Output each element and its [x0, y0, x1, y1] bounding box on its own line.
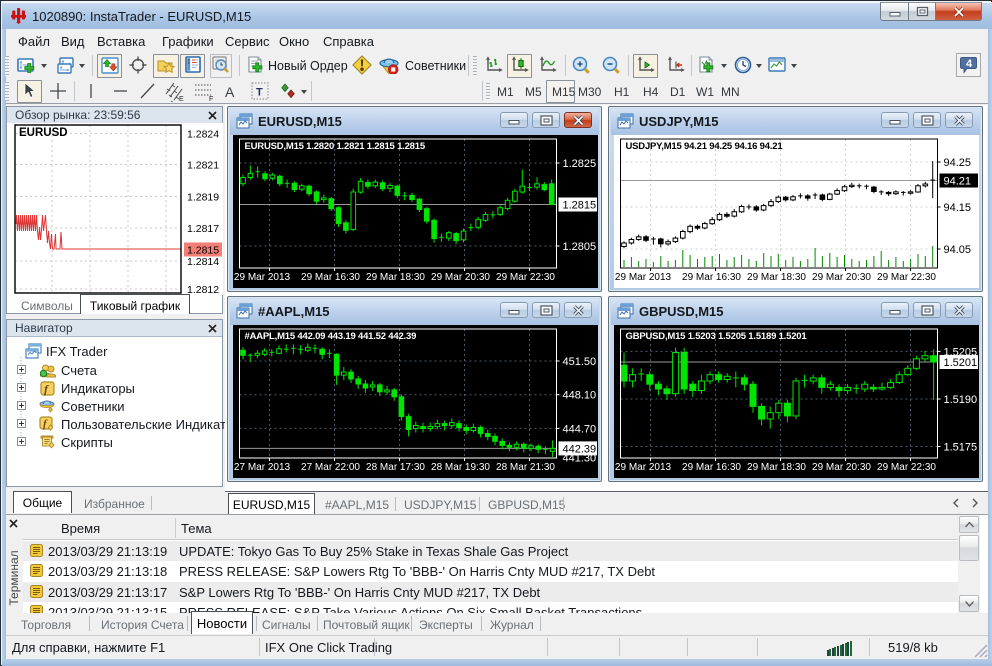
svg-text:1.5190: 1.5190 — [944, 394, 978, 406]
svg-text:4: 4 — [966, 58, 973, 70]
svg-text:1.5175: 1.5175 — [944, 442, 978, 454]
svg-text:1.2805: 1.2805 — [563, 241, 597, 253]
svg-text:27 Mar 22:00: 27 Mar 22:00 — [301, 462, 360, 473]
svg-text:94.25: 94.25 — [944, 157, 972, 169]
svg-text:28 Mar 19:30: 28 Mar 19:30 — [431, 462, 490, 473]
svg-text:29 Mar 18:30: 29 Mar 18:30 — [747, 462, 806, 473]
svg-text:1.2815: 1.2815 — [563, 200, 597, 212]
svg-text:29 Mar 20:30: 29 Mar 20:30 — [431, 272, 490, 283]
svg-text:EURUSD: EURUSD — [19, 127, 68, 139]
svg-text:1.2824: 1.2824 — [187, 129, 219, 141]
svg-text:29 Mar 16:30: 29 Mar 16:30 — [301, 272, 360, 283]
svg-text:444.70: 444.70 — [563, 423, 597, 435]
svg-text:94.05: 94.05 — [944, 244, 972, 256]
svg-text:F: F — [209, 96, 213, 102]
svg-text:448.10: 448.10 — [563, 390, 597, 402]
svg-text:USDJPY,M15 94.21 94.25 94.16: USDJPY,M15 94.21 94.25 94.16 94.21 — [626, 141, 784, 152]
svg-text:29 Mar 18:30: 29 Mar 18:30 — [747, 272, 806, 283]
svg-text:28 Mar 17:30: 28 Mar 17:30 — [366, 462, 425, 473]
svg-text:94.21: 94.21 — [944, 176, 972, 188]
svg-text:1.2817: 1.2817 — [187, 223, 219, 235]
svg-text:29 Mar 18:30: 29 Mar 18:30 — [366, 272, 425, 283]
svg-text:29 Mar 16:30: 29 Mar 16:30 — [682, 272, 741, 283]
svg-text:29 Mar 22:30: 29 Mar 22:30 — [496, 272, 555, 283]
svg-text:GBPUSD,M15 1.5203 1.5205 1.51: GBPUSD,M15 1.5203 1.5205 1.5189 1.5201 — [626, 331, 808, 342]
svg-text:EURUSD,M15 1.2820 1.2821 1.28: EURUSD,M15 1.2820 1.2821 1.2815 1.2815 — [245, 141, 426, 152]
svg-text:28 Mar 21:30: 28 Mar 21:30 — [496, 462, 555, 473]
svg-text:451.50: 451.50 — [563, 356, 597, 368]
svg-text:29 Mar 22:30: 29 Mar 22:30 — [877, 272, 936, 283]
svg-text:E: E — [179, 96, 184, 102]
svg-text:1.2825: 1.2825 — [563, 158, 597, 170]
svg-text:1.2812: 1.2812 — [187, 284, 219, 295]
svg-text:#AAPL,M15 442.09 443.19 441.5: #AAPL,M15 442.09 443.19 441.52 442.39 — [245, 331, 417, 342]
svg-text:442.39: 442.39 — [563, 443, 597, 455]
svg-text:29 Mar 2013: 29 Mar 2013 — [615, 272, 672, 283]
svg-text:1.2815: 1.2815 — [187, 245, 219, 257]
svg-text:29 Mar 20:30: 29 Mar 20:30 — [812, 272, 871, 283]
svg-text:29 Mar 2013: 29 Mar 2013 — [615, 462, 672, 473]
svg-text:1.2819: 1.2819 — [187, 192, 219, 204]
svg-text:29 Mar 20:30: 29 Mar 20:30 — [812, 462, 871, 473]
svg-text:29 Mar 16:30: 29 Mar 16:30 — [682, 462, 741, 473]
svg-text:94.15: 94.15 — [944, 202, 972, 214]
svg-text:29 Mar 22:30: 29 Mar 22:30 — [877, 462, 936, 473]
svg-text:29 Mar 2013: 29 Mar 2013 — [234, 272, 291, 283]
svg-text:1.2821: 1.2821 — [187, 160, 219, 172]
svg-text:1.2814: 1.2814 — [187, 256, 219, 268]
svg-text:T: T — [256, 87, 263, 99]
svg-text:27 Mar 2013: 27 Mar 2013 — [234, 462, 291, 473]
svg-text:1.5201: 1.5201 — [944, 357, 978, 369]
